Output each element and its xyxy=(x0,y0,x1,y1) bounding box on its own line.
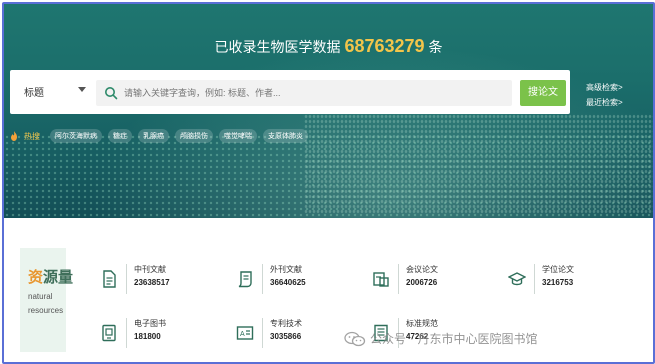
svg-text:A: A xyxy=(240,331,245,338)
resource-count: 2006726 xyxy=(406,278,438,287)
hot-search-tag[interactable]: 颅脑损伤 xyxy=(175,129,213,143)
resource-item-patents[interactable]: A 专利技术 3035866 xyxy=(236,316,356,350)
resources-subtitle-line2: resources xyxy=(28,306,64,315)
resources-title: 资源量 xyxy=(28,266,73,287)
watermark-text: 公众号 · 丹东市中心医院图书馆 xyxy=(370,332,538,346)
divider xyxy=(262,318,263,348)
resource-item-chinese-journals[interactable]: 中刊文献 23638517 xyxy=(100,262,220,296)
resources-panel: 资源量 natural resources 中刊文献 23638517 外刊文献 xyxy=(4,218,653,362)
search-field-select[interactable]: 标题 xyxy=(24,84,44,99)
divider xyxy=(262,264,263,294)
resources-title-first: 资 xyxy=(28,269,44,286)
hot-search-tag[interactable]: 支原体肺炎 xyxy=(263,129,308,143)
divider xyxy=(126,264,127,294)
page-frame: 已收录生物医学数据68763279条 标题 搜论文 高级检索> 最近检索> 热搜… xyxy=(2,2,655,364)
hero-particles-wave xyxy=(304,114,653,214)
hot-search-tag[interactable]: 乳腺癌 xyxy=(138,129,169,143)
search-box: 标题 搜论文 xyxy=(10,70,570,114)
wechat-watermark: 公众号 · 丹东市中心医院图书馆 xyxy=(344,330,537,347)
resource-item-ebooks[interactable]: 电子图书 181800 xyxy=(100,316,220,350)
hot-search-label: 热搜 xyxy=(24,131,40,141)
resource-name: 学位论文 xyxy=(542,265,574,274)
resource-name: 会议论文 xyxy=(406,265,438,274)
hero-banner: 已收录生物医学数据68763279条 标题 搜论文 高级检索> 最近检索> 热搜… xyxy=(4,4,653,218)
divider xyxy=(126,318,127,348)
resources-subtitle-line1: natural xyxy=(28,292,53,301)
hero-headline: 已收录生物医学数据 68763279 条 xyxy=(4,36,653,57)
search-button[interactable]: 搜论文 xyxy=(520,80,566,106)
resource-count: 3035866 xyxy=(270,332,302,341)
resource-name: 中刊文献 xyxy=(134,265,166,274)
resources-title-rest: 源量 xyxy=(43,269,74,286)
resource-name: 外刊文献 xyxy=(270,265,302,274)
caret-down-icon[interactable] xyxy=(78,87,86,92)
resource-count: 3216753 xyxy=(542,278,574,287)
resource-item-foreign-journals[interactable]: 外刊文献 36640625 xyxy=(236,262,356,296)
resource-count: 23638517 xyxy=(134,278,170,287)
search-input-wrap xyxy=(96,80,512,106)
resource-name: 专利技术 xyxy=(270,319,302,328)
divider xyxy=(398,264,399,294)
recent-search-link[interactable]: 最近检索> xyxy=(586,97,623,108)
ebook-icon xyxy=(102,324,116,342)
record-count: 68763279 xyxy=(344,36,425,56)
headline-prefix: 已收录生物医学数据 xyxy=(214,39,341,55)
hot-search-tag[interactable]: 噬觉哮喘 xyxy=(219,129,257,143)
resource-count: 181800 xyxy=(134,332,161,341)
foreign-journal-icon xyxy=(238,271,252,288)
hot-search-bar: 热搜 阿尔茨海默病 糖症 乳腺癌 颅脑损伤 噬觉哮喘 支原体肺炎 xyxy=(10,129,308,143)
resource-name: 标准规范 xyxy=(406,319,438,328)
graduation-cap-icon xyxy=(508,272,526,286)
resource-item-conference-papers[interactable]: 会议论文 2006726 xyxy=(372,262,492,296)
fire-icon xyxy=(11,131,17,141)
search-input[interactable] xyxy=(124,80,504,106)
headline-suffix: 条 xyxy=(428,39,443,55)
conference-icon xyxy=(373,272,389,287)
journal-doc-icon xyxy=(103,270,116,288)
hot-search-tag[interactable]: 糖症 xyxy=(108,129,132,143)
wechat-logo-icon xyxy=(344,331,366,346)
resource-count: 36640625 xyxy=(270,278,306,287)
resource-item-theses[interactable]: 学位论文 3216753 xyxy=(508,262,628,296)
patent-icon: A xyxy=(236,326,254,340)
divider xyxy=(534,264,535,294)
resource-name: 电子图书 xyxy=(134,319,166,328)
advanced-search-link[interactable]: 高级检索> xyxy=(586,82,623,93)
hot-search-tag[interactable]: 阿尔茨海默病 xyxy=(50,129,102,143)
search-icon xyxy=(105,87,118,100)
